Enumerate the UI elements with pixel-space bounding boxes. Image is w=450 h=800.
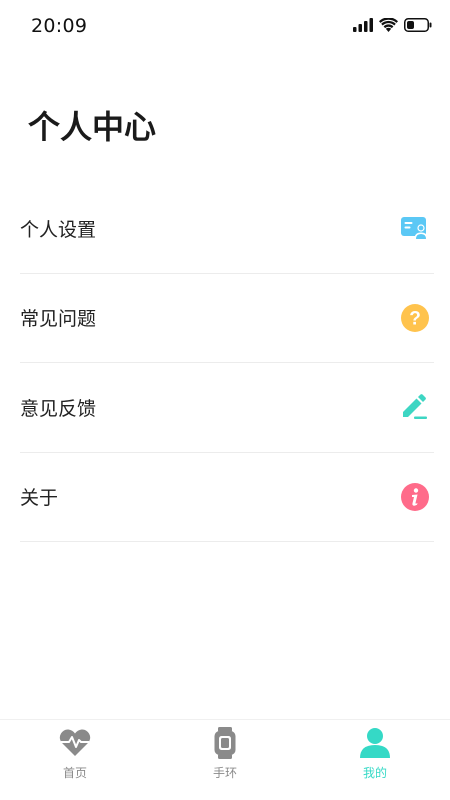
question-icon: ? — [400, 303, 430, 333]
svg-text:?: ? — [409, 308, 421, 329]
menu-item-label: 个人设置 — [20, 218, 97, 241]
heartbeat-icon — [58, 726, 92, 760]
tab-home[interactable]: 首页 — [0, 720, 150, 800]
menu-item-feedback[interactable]: 意见反馈 — [20, 363, 434, 453]
page-title: 个人中心 — [28, 108, 157, 146]
menu-item-faq[interactable]: 常见问题 ? — [20, 274, 434, 363]
tab-band[interactable]: 手环 — [150, 720, 300, 800]
signal-icon — [353, 17, 373, 36]
profile-card-icon — [400, 213, 430, 243]
menu-item-label: 意见反馈 — [20, 397, 97, 420]
watch-icon — [208, 726, 242, 760]
tab-label: 我的 — [362, 766, 387, 780]
tab-mine[interactable]: 我的 — [300, 720, 450, 800]
tab-label: 手环 — [212, 766, 237, 780]
status-icons — [353, 16, 432, 36]
info-icon — [400, 482, 430, 512]
status-time: 20:09 — [31, 15, 88, 37]
menu-list: 个人设置 常见问题 ? 意见反馈 关于 — [20, 184, 434, 542]
user-icon — [358, 726, 392, 760]
status-bar: 20:09 — [0, 0, 450, 52]
menu-item-personal-settings[interactable]: 个人设置 — [20, 184, 434, 274]
wifi-icon — [379, 16, 398, 36]
menu-item-label: 关于 — [20, 487, 59, 510]
battery-icon — [404, 17, 432, 36]
menu-item-about[interactable]: 关于 — [20, 453, 434, 542]
menu-item-label: 常见问题 — [20, 308, 97, 331]
edit-icon — [400, 392, 430, 422]
bottom-tab-bar: 首页 手环 我的 — [0, 719, 450, 800]
tab-label: 首页 — [62, 766, 87, 780]
